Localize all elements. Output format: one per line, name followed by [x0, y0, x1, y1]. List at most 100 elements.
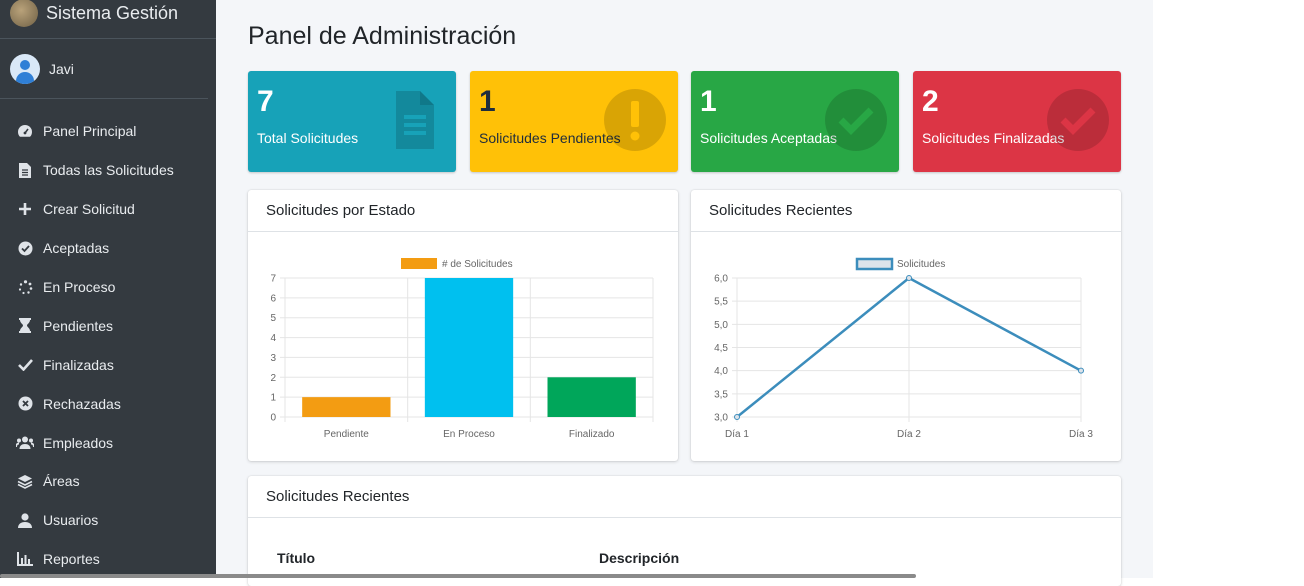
brand-title: Sistema Gestión: [46, 2, 179, 23]
sidebar-item-en-proceso[interactable]: En Proceso: [0, 268, 216, 307]
stat-card-finalizadas[interactable]: 2 Solicitudes Finalizadas: [913, 71, 1121, 172]
page-title: Panel de Administración: [248, 22, 517, 50]
file-icon: [16, 162, 34, 178]
sidebar-item-label: Reportes: [43, 551, 100, 568]
y-tick-label: 3,0: [714, 413, 728, 424]
sidebar-item-label: En Proceso: [43, 279, 116, 295]
check-circle-icon: [1047, 89, 1109, 151]
horizontal-scrollbar[interactable]: [0, 574, 916, 578]
y-tick-label: 4: [270, 333, 276, 344]
stat-card-total[interactable]: 7 Total Solicitudes: [248, 71, 456, 172]
status-bar-chart: 0 1 2 3 4 5 6 7 Pendiente En Proceso Finalizado # d…: [270, 258, 654, 440]
sidebar-item-panel-principal[interactable]: Panel Principal: [0, 112, 216, 151]
plus-icon: [16, 202, 34, 216]
sidebar-item-label: Áreas: [43, 473, 80, 490]
y-tick-label: 2: [270, 373, 276, 384]
users-icon: [16, 436, 34, 450]
sidebar-item-label: Usuarios: [43, 512, 99, 529]
y-tick-label: 4,5: [714, 343, 728, 354]
spinner-icon: [16, 279, 34, 295]
sidebar-nav: Panel Principal Todas las Solicitudes Cr…: [0, 112, 216, 579]
check-circle-icon: [825, 89, 887, 151]
bar: [547, 377, 636, 417]
y-tick-label: 0: [270, 413, 276, 424]
brand[interactable]: Sistema Gestión: [0, 0, 216, 39]
sidebar-item-label: Aceptadas: [43, 240, 110, 257]
y-tick-label: 4,0: [714, 366, 728, 377]
file-icon: [396, 91, 434, 149]
x-tick-label: Día 2: [897, 429, 921, 440]
stat-label: Solicitudes Pendientes: [479, 130, 621, 146]
status-chart-card: Solicitudes por Estado 0 1 2 3 4 5 6 7 Pendiente…: [248, 190, 678, 461]
sidebar-item-todas-solicitudes[interactable]: Todas las Solicitudes: [0, 151, 216, 190]
legend-swatch: [401, 258, 437, 269]
card-title: Solicitudes Recientes: [691, 190, 1121, 232]
check-circle-icon: [16, 241, 34, 256]
legend-label: # de Solicitudes: [442, 259, 513, 270]
check-icon: [16, 358, 34, 372]
y-tick-label: 1: [270, 393, 276, 404]
sidebar-item-areas[interactable]: Áreas: [0, 462, 216, 501]
recent-requests-table: Título Descripción: [277, 550, 977, 566]
card-title: Solicitudes por Estado: [248, 190, 678, 232]
sidebar-item-empleados[interactable]: Empleados: [0, 423, 216, 462]
sidebar-item-label: Todas las Solicitudes: [43, 162, 174, 179]
layers-icon: [16, 474, 34, 489]
user-name: Javi: [49, 60, 74, 77]
sidebar-item-aceptadas[interactable]: Aceptadas: [0, 229, 216, 268]
times-circle-icon: [16, 396, 34, 411]
x-tick-label: Finalizado: [569, 429, 615, 440]
stat-value: 2: [922, 85, 939, 118]
sidebar-item-label: Pendientes: [43, 317, 114, 334]
data-point: [906, 275, 912, 281]
stat-card-aceptadas[interactable]: 1 Solicitudes Aceptadas: [691, 71, 899, 172]
exclamation-icon: [604, 89, 666, 151]
sidebar-item-label: Crear Solicitud: [43, 201, 135, 218]
x-tick-label: Día 3: [1069, 429, 1093, 440]
sidebar-item-usuarios[interactable]: Usuarios: [0, 501, 216, 540]
bar: [302, 397, 391, 417]
bar: [424, 278, 514, 417]
y-tick-label: 6,0: [714, 274, 728, 285]
sidebar-item-pendientes[interactable]: Pendientes: [0, 306, 216, 345]
sidebar: Sistema Gestión Javi Panel Principal Tod…: [0, 0, 216, 578]
sidebar-item-rechazadas[interactable]: Rechazadas: [0, 384, 216, 423]
x-tick-label: En Proceso: [443, 429, 495, 440]
recent-chart-card: Solicitudes Recientes 3,0 3,5 4,0 4,5 5,0 5,5…: [691, 190, 1121, 461]
sidebar-item-label: Finalizadas: [43, 356, 114, 373]
stat-value: 1: [479, 85, 496, 118]
main-content: Panel de Administración 7 Total Solicitu…: [216, 0, 1153, 586]
y-tick-label: 7: [270, 274, 276, 285]
y-tick-label: 3,5: [714, 389, 728, 400]
user-panel[interactable]: Javi: [0, 39, 208, 99]
table-header-row: Título Descripción: [277, 550, 977, 566]
stat-value: 1: [700, 85, 717, 118]
sidebar-item-crear-solicitud[interactable]: Crear Solicitud: [0, 190, 216, 229]
recent-table-card: Solicitudes Recientes Título Descripción: [248, 476, 1121, 586]
y-tick-label: 5,0: [714, 320, 728, 331]
legend-label: Solicitudes: [897, 259, 945, 270]
x-tick-label: Día 1: [725, 429, 749, 440]
stat-label: Solicitudes Finalizadas: [922, 130, 1065, 146]
dashboard-icon: [16, 124, 34, 138]
stat-value: 7: [257, 85, 274, 118]
y-tick-label: 5,5: [714, 297, 728, 308]
card-title: Solicitudes Recientes: [248, 476, 1121, 518]
legend-swatch: [855, 257, 894, 271]
data-point: [734, 414, 740, 420]
stat-card-pendientes[interactable]: 1 Solicitudes Pendientes: [470, 71, 678, 172]
table-header-descripcion: Descripción: [599, 550, 680, 566]
sidebar-item-finalizadas[interactable]: Finalizadas: [0, 345, 216, 384]
x-tick-label: Pendiente: [324, 429, 369, 440]
stat-label: Total Solicitudes: [257, 130, 359, 146]
y-tick-label: 5: [270, 313, 276, 324]
table-header-titulo: Título: [277, 550, 316, 566]
brand-logo: [10, 0, 38, 27]
y-tick-label: 3: [270, 353, 276, 364]
sidebar-item-label: Empleados: [43, 434, 114, 451]
sidebar-item-label: Panel Principal: [43, 123, 137, 140]
hourglass-icon: [16, 318, 34, 334]
bar-chart-icon: [16, 552, 34, 567]
avatar: [10, 53, 40, 84]
sidebar-item-reportes[interactable]: Reportes: [0, 540, 216, 579]
